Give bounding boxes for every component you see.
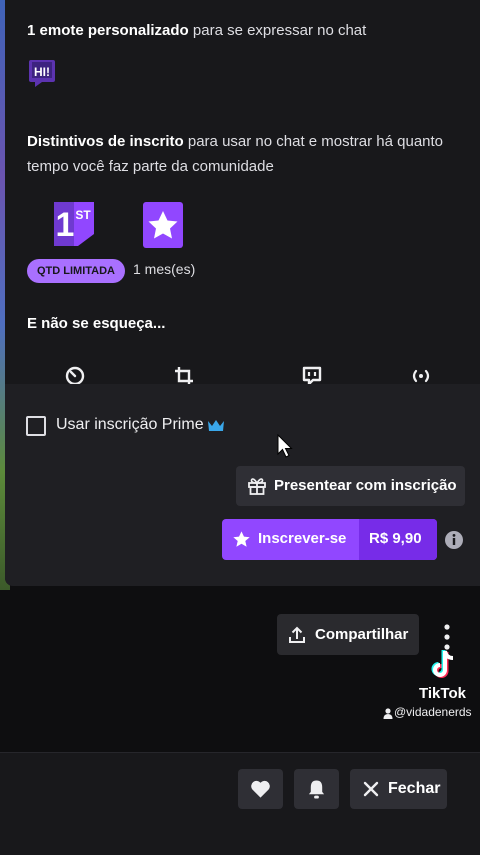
share-label: Compartilhar xyxy=(315,626,409,643)
notifications-button[interactable] xyxy=(294,769,339,809)
subscribe-price-section: R$ 9,90 xyxy=(359,519,437,560)
limited-quantity-badge: QTD LIMITADA xyxy=(27,259,126,283)
prime-crown-icon xyxy=(208,420,224,431)
info-icon[interactable] xyxy=(444,530,464,550)
subscribe-label: Inscrever-se xyxy=(258,530,347,547)
follow-heart-button[interactable] xyxy=(238,769,283,809)
heart-icon xyxy=(251,780,270,798)
prime-checkbox[interactable] xyxy=(26,416,46,436)
subscribe-button[interactable]: Inscrever-se R$ 9,90 xyxy=(222,519,437,560)
hi-emote-icon: HI! xyxy=(29,60,55,87)
close-label: Fechar xyxy=(388,780,441,797)
gift-icon xyxy=(248,478,266,495)
emote-benefit-bold: 1 emote personalizado xyxy=(27,22,189,39)
tiktok-handle: @vidadenerds xyxy=(394,705,472,719)
star-icon xyxy=(233,531,250,547)
emote-benefit-text: 1 emote personalizado para se expressar … xyxy=(27,19,366,43)
badge-month-label: 1 mes(es) xyxy=(133,261,196,277)
prime-checkbox-label[interactable]: Usar inscrição Prime xyxy=(56,413,204,437)
emote-benefit-rest: para se expressar no chat xyxy=(192,22,367,39)
svg-text:ST: ST xyxy=(75,208,91,222)
share-button[interactable]: Compartilhar xyxy=(277,614,419,655)
tiktok-logo-icon xyxy=(431,650,454,678)
badges-benefit-rest1: para usar no chat e mostrar há quanto xyxy=(187,133,444,150)
share-upload-icon xyxy=(289,626,305,643)
close-icon xyxy=(363,781,379,797)
bell-icon xyxy=(308,780,325,799)
badges-benefit-bold: Distintivos de inscrito xyxy=(27,133,184,150)
subscribe-price: R$ 9,90 xyxy=(369,530,422,547)
close-button[interactable]: Fechar xyxy=(350,769,447,809)
badges-benefit-line1: Distintivos de inscrito para usar no cha… xyxy=(27,130,443,154)
gift-subscription-button[interactable]: Presentear com inscrição xyxy=(236,466,465,506)
first-month-badge-icon: 1 ST xyxy=(54,202,94,246)
hi-emote-text: HI! xyxy=(34,65,50,79)
tiktok-brand-text: TikTok xyxy=(419,685,466,702)
badges-benefit-line2: tempo você faz parte da comunidade xyxy=(27,158,274,175)
mouse-cursor-icon xyxy=(277,434,293,458)
gift-subscription-label: Presentear com inscrição xyxy=(274,477,457,494)
star-badge-icon xyxy=(143,202,183,248)
dont-forget-heading: E não se esqueça... xyxy=(27,315,166,332)
user-icon xyxy=(383,708,393,719)
svg-text:1: 1 xyxy=(56,206,75,244)
